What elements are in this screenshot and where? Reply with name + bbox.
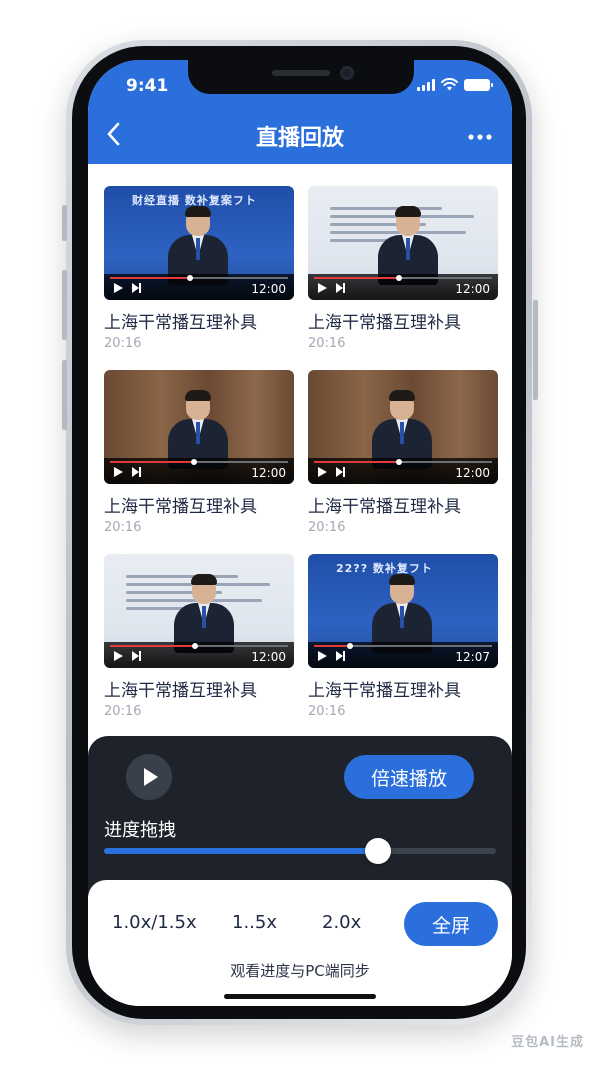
video-title: 上海干常播互理补具 [104,313,257,333]
mini-progress-handle[interactable] [396,459,403,465]
video-duration: 12:07 [455,650,490,664]
video-thumbnail: 12:00 [104,554,294,668]
video-card[interactable]: 12:00 上海干常播互理补具 20:16 [104,554,294,724]
fullscreen-button[interactable]: 全屏 [404,902,498,946]
video-duration: 12:00 [251,282,286,296]
side-button-volume-down [62,360,67,430]
video-date: 20:16 [308,336,346,351]
mini-progress-handle[interactable] [187,275,194,281]
app-header: 9:41 直播回放 [88,60,512,164]
seek-slider-fill [104,848,379,854]
mini-progress-bar[interactable] [110,275,288,281]
side-button-mute [62,205,67,241]
video-duration: 12:00 [455,282,490,296]
video-title: 上海干常播互理补具 [104,681,257,701]
video-date: 20:16 [104,336,142,351]
more-button[interactable] [468,122,492,147]
rate-option-1[interactable]: 1.0x/1.5x [112,912,197,933]
home-indicator [224,994,376,999]
video-duration: 12:00 [251,650,286,664]
next-icon[interactable] [132,283,141,293]
phone-screen: 9:41 直播回放 财经直播 数补复案フト 12:00 上海干常播互理补具 20:16… [88,60,512,1006]
seek-slider[interactable] [104,838,496,864]
more-dots-icon [468,134,492,140]
mini-player-controls: 12:00 [308,274,498,300]
next-icon[interactable] [336,283,345,293]
video-card[interactable]: 12:00 上海干常播互理补具 20:16 [308,370,498,540]
mini-progress-bar[interactable] [314,459,492,465]
page-title: 直播回放 [255,126,344,151]
mini-progress-bar[interactable] [314,275,492,281]
next-icon[interactable] [336,467,345,477]
video-date: 20:16 [104,520,142,535]
video-thumbnail: 22?? 数补复フト 12:07 [308,554,498,668]
video-card[interactable]: 12:00 上海干常播互理补具 20:16 [308,186,498,356]
mini-progress-bar[interactable] [110,459,288,465]
mini-progress-fill [110,645,196,647]
video-card[interactable]: 12:00 上海干常播互理补具 20:16 [104,370,294,540]
status-time: 9:41 [126,76,169,96]
earpiece [272,70,330,76]
video-thumbnail: 12:00 [104,370,294,484]
video-date: 20:16 [104,704,142,719]
next-icon[interactable] [132,467,141,477]
mini-progress-fill [314,277,400,279]
play-icon[interactable] [114,467,123,477]
playback-speed-button[interactable]: 倍速播放 [344,755,474,799]
mini-player-controls: 12:00 [308,458,498,484]
mini-progress-handle[interactable] [192,643,199,649]
side-button-power [533,300,538,400]
video-duration: 12:00 [251,466,286,480]
wifi-icon [441,78,458,91]
play-icon[interactable] [114,283,123,293]
play-icon[interactable] [318,283,327,293]
signal-icon [417,78,435,91]
mini-progress-fill [110,461,194,463]
next-icon[interactable] [336,651,345,661]
next-icon[interactable] [132,651,141,661]
front-camera [340,66,354,80]
mini-player-controls: 12:07 [308,642,498,668]
video-card[interactable]: 22?? 数补复フト 12:07 上海干常播互理补具 20:16 [308,554,498,724]
mini-progress-handle[interactable] [190,459,197,465]
rate-option-3[interactable]: 2.0x [322,912,361,933]
side-button-volume-up [62,270,67,340]
video-title: 上海干常播互理补具 [308,497,461,517]
status-icons [417,78,493,91]
mini-progress-handle[interactable] [396,275,403,281]
rate-option-2[interactable]: 1..5x [232,912,277,933]
video-duration: 12:00 [455,466,490,480]
video-thumbnail: 财经直播 数补复案フト 12:00 [104,186,294,300]
player-control-panel: 倍速播放 进度拖拽 [88,736,512,896]
mini-progress-bar[interactable] [314,643,492,649]
mini-player-controls: 12:00 [104,642,294,668]
mini-progress-fill [314,645,350,647]
video-date: 20:16 [308,704,346,719]
play-icon[interactable] [318,651,327,661]
seek-slider-handle[interactable] [365,838,392,864]
play-icon[interactable] [114,651,123,661]
mini-player-controls: 12:00 [104,458,294,484]
battery-icon [464,78,493,91]
mini-player-controls: 12:00 [104,274,294,300]
video-title: 上海干常播互理补具 [104,497,257,517]
watermark: 豆包AI生成 [511,1035,584,1050]
mini-progress-fill [110,277,191,279]
mini-progress-bar[interactable] [110,643,288,649]
play-icon[interactable] [318,467,327,477]
video-date: 20:16 [308,520,346,535]
video-thumbnail: 12:00 [308,186,498,300]
notch [188,60,414,94]
video-title: 上海干常播互理补具 [308,313,461,333]
seek-label: 进度拖拽 [104,820,176,841]
mini-progress-handle[interactable] [346,643,353,649]
video-title: 上海干常播互理补具 [308,681,461,701]
mini-progress-fill [314,461,400,463]
sync-note: 观看进度与PC端同步 [230,962,370,980]
video-thumbnail: 12:00 [308,370,498,484]
play-button[interactable] [126,754,172,800]
video-card[interactable]: 财经直播 数补复案フト 12:00 上海干常播互理补具 20:16 [104,186,294,356]
playback-options-sheet: 1.0x/1.5x 1..5x 2.0x 全屏 观看进度与PC端同步 [88,880,512,1006]
